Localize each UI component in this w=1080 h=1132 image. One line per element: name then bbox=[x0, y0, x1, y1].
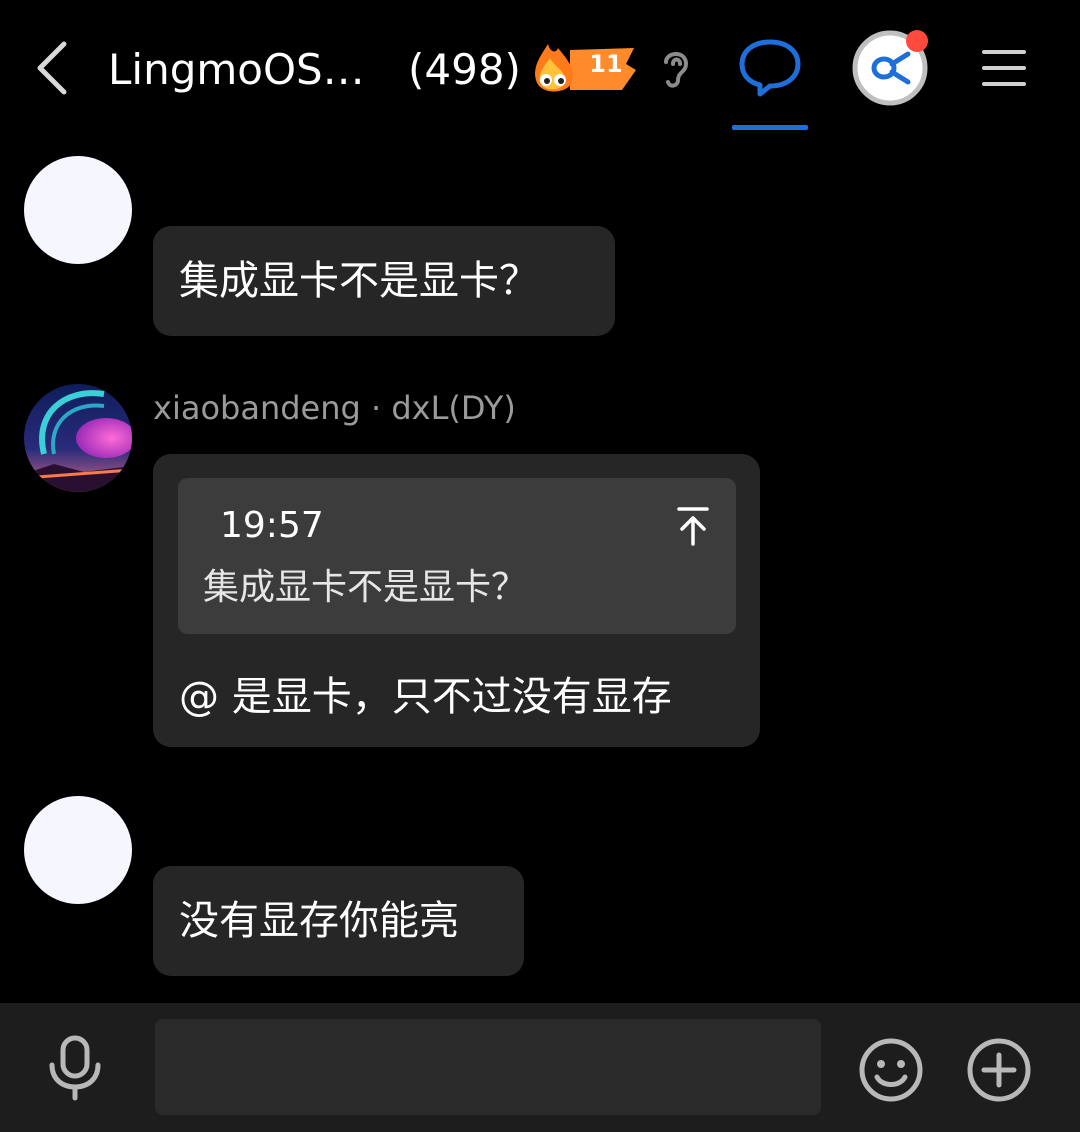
emoji-button[interactable] bbox=[858, 1037, 924, 1103]
member-count[interactable]: (498) bbox=[408, 44, 521, 96]
voice-input-button[interactable] bbox=[44, 1035, 106, 1101]
jump-to-quote-button[interactable] bbox=[676, 506, 710, 546]
avatar[interactable] bbox=[24, 796, 132, 904]
planet-avatar-image bbox=[24, 384, 132, 492]
sender-name: xiaobandeng · dxL(DY) bbox=[153, 389, 516, 427]
chat-header: LingmoOS… (498) 11 bbox=[0, 0, 1080, 130]
tab-chat[interactable] bbox=[732, 36, 808, 130]
menu-button[interactable] bbox=[980, 48, 1028, 88]
quoted-message-text: 集成显卡不是显卡？ bbox=[203, 567, 528, 608]
input-bar bbox=[0, 1003, 1080, 1132]
chat-bubble-icon bbox=[739, 39, 801, 97]
group-title[interactable]: LingmoOS… bbox=[108, 44, 365, 96]
fire-level-badge[interactable]: 11 bbox=[530, 40, 638, 96]
message-input[interactable] bbox=[155, 1019, 821, 1115]
chevron-left-icon bbox=[37, 41, 67, 95]
plus-circle-icon bbox=[967, 1038, 1031, 1102]
fire-level-number: 11 bbox=[589, 50, 623, 78]
message-text: 没有显存你能亮 bbox=[179, 898, 459, 944]
microphone-icon bbox=[49, 1035, 101, 1101]
avatar[interactable] bbox=[24, 384, 132, 492]
message-text: @ 是显卡，只不过没有显存 bbox=[179, 674, 672, 720]
quoted-message-time: 19:57 bbox=[220, 505, 324, 546]
active-tab-indicator bbox=[732, 125, 808, 130]
back-button[interactable] bbox=[30, 40, 74, 96]
message-text: 集成显卡不是显卡？ bbox=[179, 258, 539, 304]
app-avatar-button[interactable] bbox=[852, 30, 928, 106]
ear-icon bbox=[664, 52, 689, 88]
message-bubble[interactable]: 没有显存你能亮 bbox=[153, 866, 524, 976]
more-options-button[interactable] bbox=[966, 1037, 1032, 1103]
listen-mode-button[interactable] bbox=[656, 46, 696, 90]
notification-dot bbox=[906, 30, 928, 52]
message-bubble[interactable]: 集成显卡不是显卡？ bbox=[153, 226, 615, 336]
avatar[interactable] bbox=[24, 156, 132, 264]
quoted-message[interactable]: 19:57 集成显卡不是显卡？ bbox=[178, 478, 736, 634]
smiley-icon bbox=[859, 1038, 923, 1102]
hamburger-menu-icon bbox=[982, 50, 1026, 86]
message-bubble[interactable]: 19:57 集成显卡不是显卡？ @ 是显卡，只不过没有显存 bbox=[153, 454, 760, 747]
arrow-up-to-top-icon bbox=[677, 507, 709, 546]
